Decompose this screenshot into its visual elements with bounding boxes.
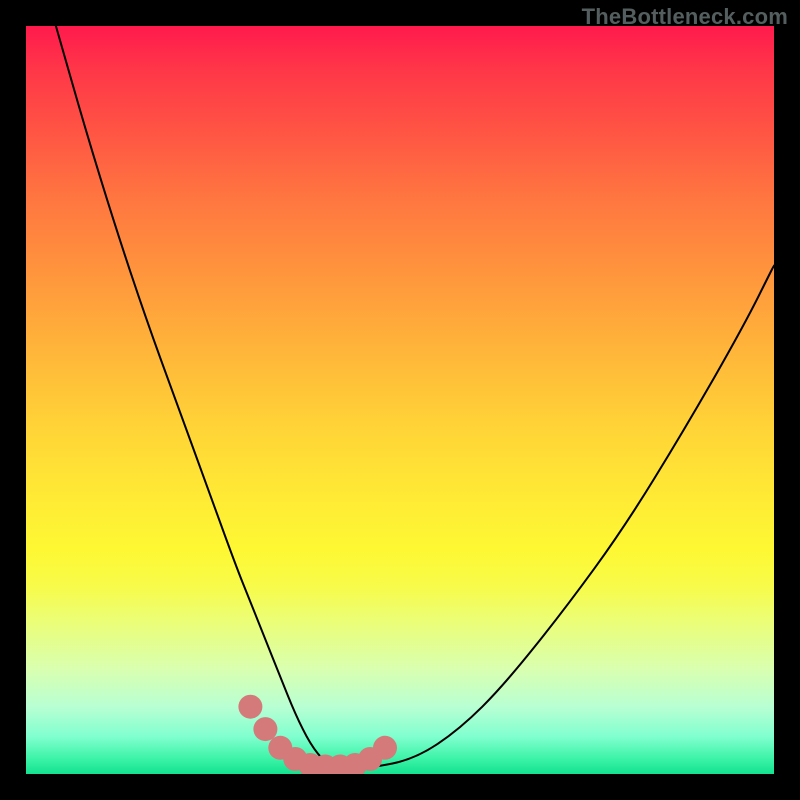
optimal-marker-dot [238, 695, 262, 719]
plot-area [26, 26, 774, 774]
chart-frame: TheBottleneck.com [0, 0, 800, 800]
chart-svg [26, 26, 774, 774]
bottleneck-curve-path [56, 26, 774, 768]
optimal-marker-dot [373, 736, 397, 760]
optimal-marker-dot [253, 717, 277, 741]
optimal-band-markers [238, 695, 397, 774]
